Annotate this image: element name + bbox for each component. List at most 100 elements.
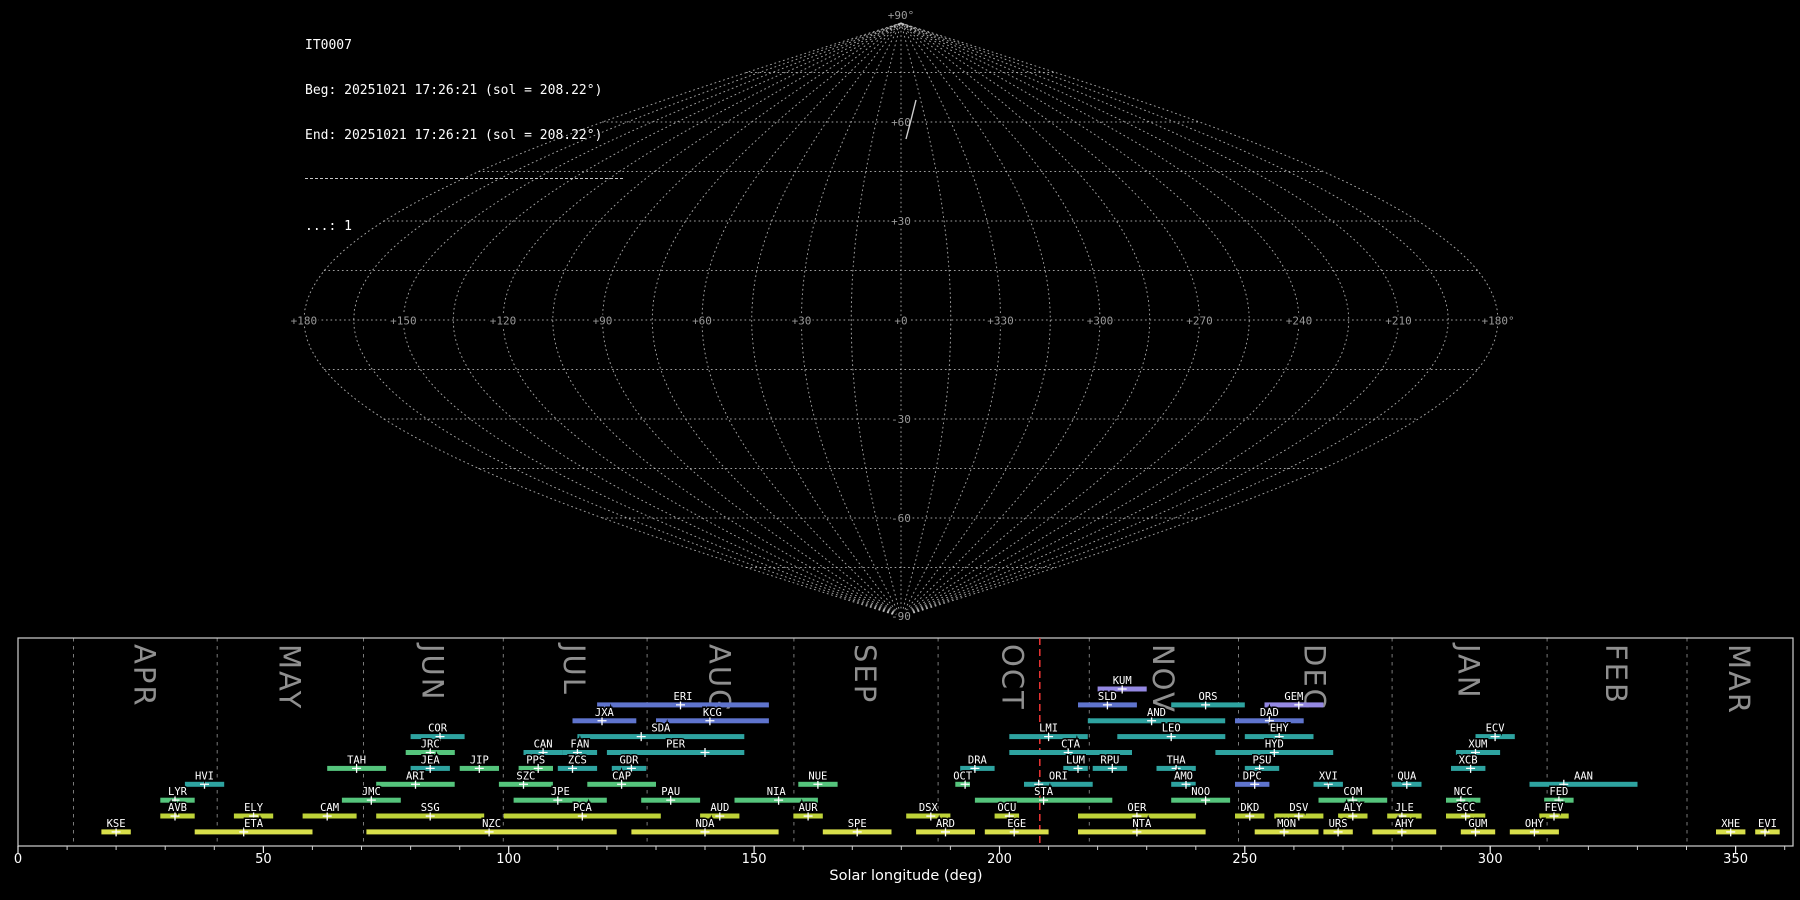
shower-label: AVB [168, 802, 187, 814]
shower-label: ECV [1486, 723, 1506, 735]
shower-JPE: JPE [513, 785, 607, 805]
axis-tick-label: 300 [1478, 852, 1503, 867]
lon-label: +300 [1087, 315, 1114, 328]
shower-peak-marker [700, 748, 710, 757]
shower-URS: URS [1323, 816, 1353, 837]
shower-label: ZCS [568, 754, 587, 766]
lon-label: +240 [1286, 315, 1313, 328]
month-label: JAN [1452, 642, 1486, 700]
lon-label: +210 [1385, 315, 1412, 328]
shower-label: JRC [421, 739, 440, 751]
shower-SZC: SZC [498, 769, 553, 789]
shower-label: AUD [710, 802, 729, 814]
shower-bar [1078, 829, 1206, 835]
shower-label: QUA [1397, 770, 1417, 782]
shower-bar [577, 734, 745, 740]
lon-label: +0 [894, 315, 907, 328]
shower-bar [1529, 781, 1638, 787]
axis-tick-label: 0 [14, 852, 22, 867]
shower-CAM: CAM [302, 801, 357, 821]
shower-label: LEO [1162, 723, 1181, 735]
shower-label: NTA [1132, 818, 1152, 830]
shower-label: CAN [534, 739, 553, 751]
shower-NDA: NDA [631, 816, 779, 837]
month-label: APR [127, 644, 161, 707]
shower-JIP: JIP [459, 753, 499, 773]
shower-label: GUM [1468, 818, 1487, 830]
shower-ZCS: ZCS [557, 753, 598, 773]
shower-label: LUM [1066, 754, 1085, 766]
shower-label: DAD [1260, 707, 1279, 719]
shower-label: AMO [1174, 770, 1193, 782]
shower-label: XCB [1459, 754, 1478, 766]
shower-DPC: DPC [1235, 769, 1270, 789]
shower-label: ARD [936, 818, 955, 830]
lat-label: +60 [891, 116, 911, 129]
shower-label: SZC [516, 770, 535, 782]
shower-XHE: XHE [1716, 816, 1746, 837]
axis-tick-label: 150 [742, 852, 767, 867]
shower-SLD: SLD [1078, 689, 1137, 710]
shower-AHY: AHY [1372, 816, 1437, 837]
shower-label: KSE [107, 818, 126, 830]
shower-label: COR [428, 723, 448, 735]
month-label: SEP [848, 644, 882, 704]
shower-label: KCG [703, 707, 722, 719]
shower-bar [557, 765, 598, 771]
shower-label: NIA [767, 786, 787, 798]
shower-bar [194, 829, 313, 835]
lon-label: +330 [987, 315, 1014, 328]
month-label: MAR [1722, 644, 1756, 715]
shower-label: NZC [482, 818, 501, 830]
shower-label: PER [666, 739, 686, 751]
shower-label: ETA [244, 818, 264, 830]
shower-label: ALY [1343, 802, 1363, 814]
shower-label: NOO [1191, 786, 1210, 798]
shower-PAU: PAU [641, 785, 701, 805]
shower-label: STA [1034, 786, 1054, 798]
radiant-map: +180 +150 +120 +90 +60 +30 +0 +330 +300 +270 +240 +… [289, 7, 1517, 625]
shower-label: SSG [421, 802, 440, 814]
shower-bar [1171, 797, 1231, 803]
shower-PCA: PCA [503, 801, 661, 821]
shower-AND: AND [1087, 705, 1226, 726]
axis-tick-label: 350 [1723, 852, 1748, 867]
shower-XVI: XVI [1313, 769, 1343, 789]
shower-label: KUM [1113, 675, 1132, 687]
shower-label: GDR [620, 754, 640, 766]
shower-NOO: NOO [1171, 785, 1231, 805]
month-label: MAY [272, 644, 306, 710]
shower-label: SDA [651, 723, 671, 735]
lon-label: +60 [692, 315, 712, 328]
lat-label: +30 [891, 215, 911, 228]
shower-label: NCC [1454, 786, 1473, 798]
shower-label: PAU [661, 786, 680, 798]
shower-label: JLE [1395, 802, 1414, 814]
shower-ETA: ETA [194, 816, 313, 837]
shower-label: OCU [997, 802, 1016, 814]
shower-label: LYR [168, 786, 188, 798]
shower-label: GEM [1284, 691, 1303, 703]
shower-SDA: SDA [577, 721, 745, 742]
shower-label: XVI [1319, 770, 1338, 782]
lon-label: +30 [792, 315, 812, 328]
lon-label: +120 [490, 315, 517, 328]
shower-GUM: GUM [1460, 816, 1496, 837]
shower-ORS: ORS [1171, 689, 1245, 710]
shower-label: COM [1343, 786, 1362, 798]
activity-timeline: APR MAY JUN JUL AUG SEP OCT NOV DEC JAN FEB MAR0 50 1… [14, 637, 1794, 884]
lon-label: +90 [593, 315, 613, 328]
shower-label: JXA [595, 707, 615, 719]
shower-peak-marker [636, 732, 646, 742]
shower-DKD: DKD [1235, 801, 1265, 821]
month-label: JUL [557, 642, 591, 696]
month-label: OCT [996, 644, 1030, 711]
shower-label: RPU [1100, 754, 1119, 766]
shower-label: ARI [406, 770, 425, 782]
shower-label: AND [1147, 707, 1166, 719]
lat-label: -90 [891, 610, 911, 623]
shower-label: TAH [347, 754, 366, 766]
shower-LEO: LEO [1117, 721, 1226, 742]
shower-label: FEV [1545, 802, 1565, 814]
shower-KSE: KSE [101, 816, 131, 837]
